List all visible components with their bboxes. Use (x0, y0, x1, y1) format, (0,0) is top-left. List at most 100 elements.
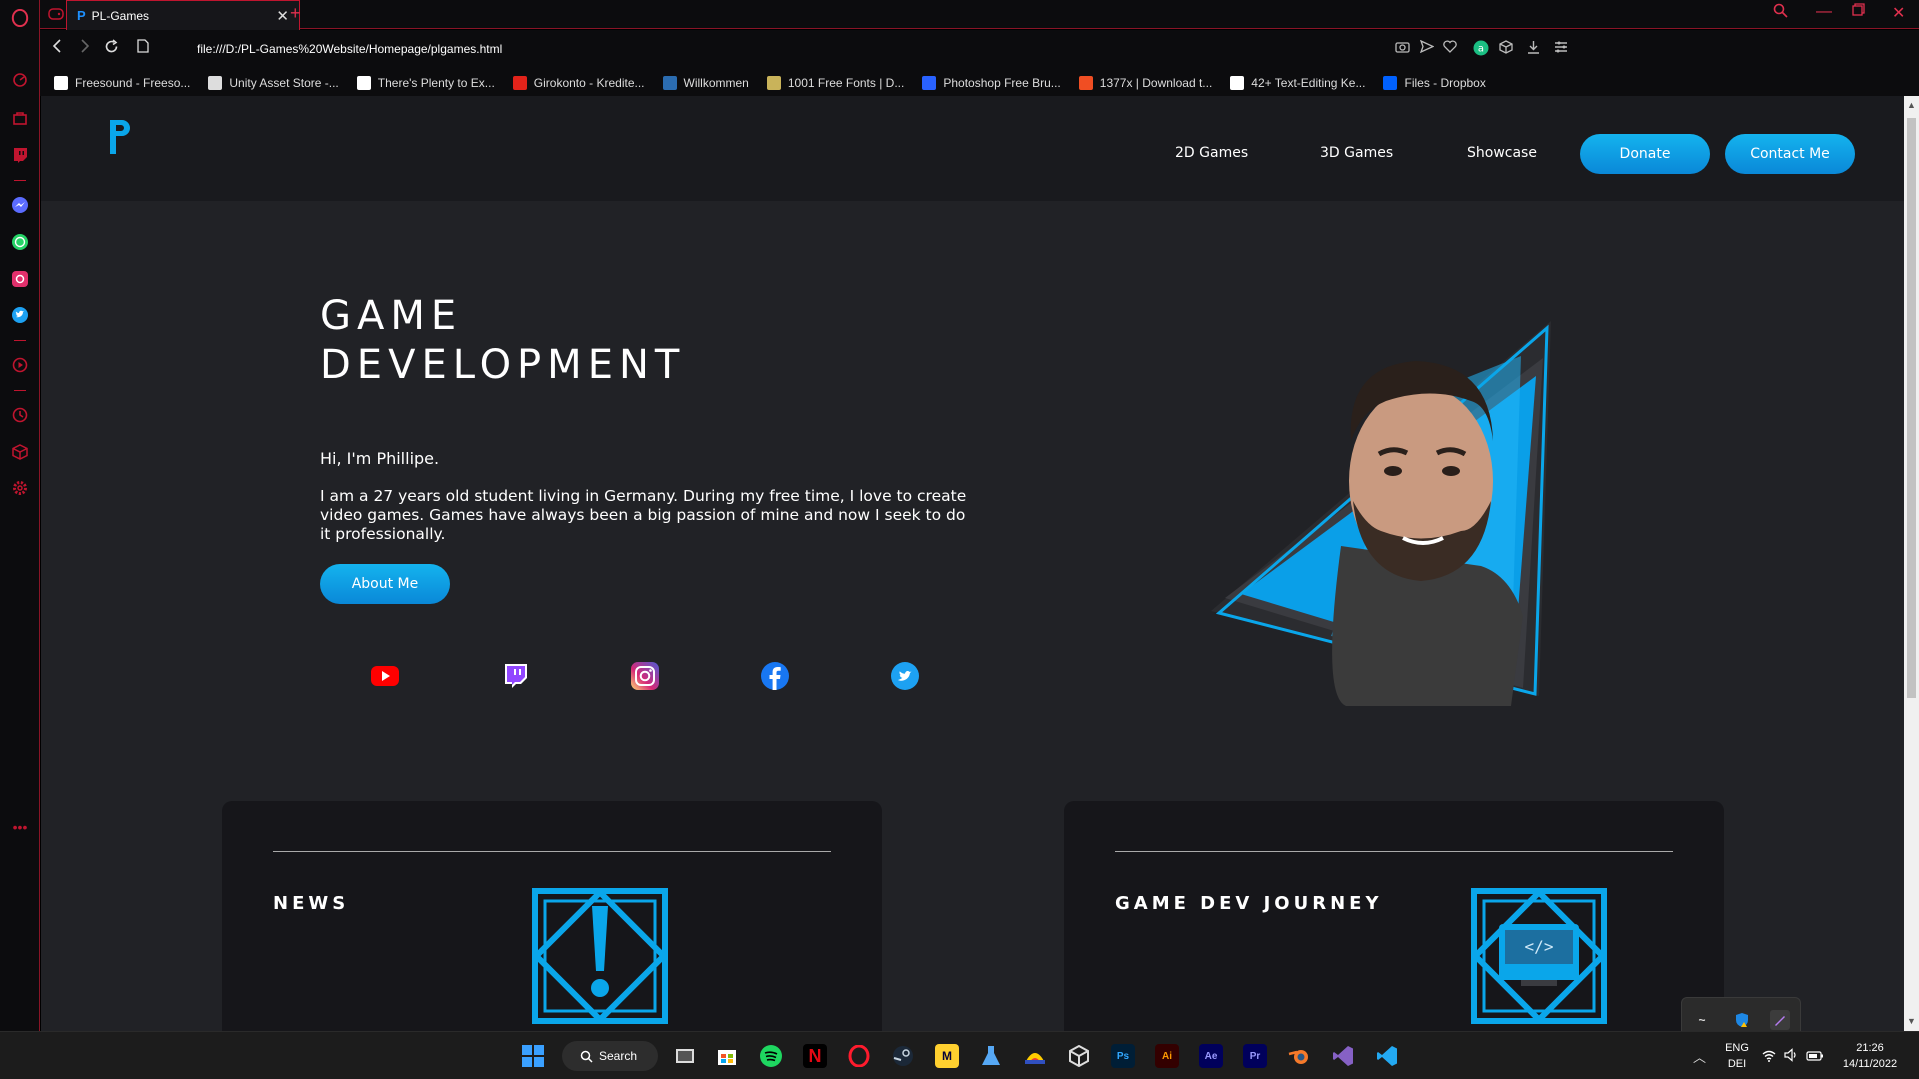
volume-icon[interactable] (1784, 1048, 1798, 1067)
photoshop-icon[interactable]: Ps (1111, 1044, 1135, 1068)
search-tabs-icon[interactable] (1773, 3, 1788, 23)
nav-2d-games[interactable]: 2D Games (1175, 145, 1248, 161)
bookmark-item[interactable]: Photoshop Free Bru... (922, 76, 1061, 90)
snapshot-icon[interactable] (1395, 40, 1410, 56)
player-icon[interactable] (8, 353, 32, 377)
page-info-icon[interactable] (137, 39, 149, 58)
heart-icon[interactable] (1443, 40, 1457, 56)
bookmark-item[interactable]: There's Plenty to Ex... (356, 76, 495, 90)
donate-button[interactable]: Donate (1580, 134, 1710, 174)
visual-studio-icon[interactable] (1331, 1044, 1355, 1068)
more-icon[interactable]: ••• (8, 815, 32, 839)
premiere-icon[interactable]: Pr (1243, 1044, 1267, 1068)
page-scrollbar[interactable]: ▲ ▼ (1904, 96, 1919, 1031)
contact-me-button[interactable]: Contact Me (1725, 134, 1855, 174)
account-a-icon[interactable]: a (1473, 40, 1489, 59)
reload-icon[interactable] (104, 39, 119, 59)
download-icon[interactable] (1527, 40, 1540, 57)
whatsapp-icon[interactable] (8, 230, 32, 254)
bookmark-item[interactable]: 1377x | Download t... (1078, 76, 1212, 90)
back-icon[interactable] (52, 39, 62, 58)
tab-active[interactable]: P PL-Games ✕ (66, 0, 300, 30)
task-view-icon[interactable] (673, 1044, 697, 1068)
instagram-icon[interactable] (631, 662, 659, 690)
illustrator-icon[interactable]: Ai (1155, 1044, 1179, 1068)
system-clock[interactable]: 21:26 14/11/2022 (1838, 1040, 1902, 1072)
bookmark-label: Willkommen (683, 76, 749, 90)
bookmark-item[interactable]: 1001 Free Fonts | D... (766, 76, 905, 90)
blender-icon[interactable] (1287, 1044, 1311, 1068)
instagram-sidebar-icon[interactable] (8, 267, 32, 291)
scroll-down-icon[interactable]: ▼ (1907, 1016, 1916, 1026)
show-hidden-icons-chevron-icon[interactable]: ︿ (1693, 1047, 1706, 1066)
nvidia-tray-icon[interactable]: ~ (1692, 1010, 1712, 1030)
close-tab-icon[interactable]: ✕ (276, 7, 289, 25)
unity-icon[interactable] (1067, 1044, 1091, 1068)
bookmark-item[interactable]: Willkommen (662, 76, 749, 90)
url-field[interactable]: file:///D:/PL-Games%20Website/Homepage/p… (197, 42, 502, 56)
news-card[interactable]: NEWS (222, 801, 882, 1031)
vscode-icon[interactable] (1375, 1044, 1399, 1068)
twitter-sidebar-icon[interactable] (8, 303, 32, 327)
history-icon[interactable] (8, 403, 32, 427)
opera-logo-icon[interactable] (8, 6, 32, 30)
taskbar-search[interactable]: Search (562, 1041, 658, 1071)
nav-showcase[interactable]: Showcase (1467, 145, 1537, 161)
battery-icon[interactable] (1806, 1049, 1824, 1067)
twitter-icon[interactable] (891, 662, 919, 690)
bookmark-label: 1001 Free Fonts | D... (787, 76, 905, 90)
after-effects-icon[interactable]: Ae (1199, 1044, 1223, 1068)
extensions-icon[interactable] (8, 440, 32, 464)
twitch-icon[interactable] (501, 662, 529, 690)
twitch-sidebar-icon[interactable] (8, 143, 32, 167)
easy-setup-icon[interactable] (1554, 40, 1568, 56)
flask-app-icon[interactable] (979, 1044, 1003, 1068)
site-favicon-icon: P (77, 8, 86, 23)
settings-gear-icon[interactable] (8, 476, 32, 500)
ms-store-icon[interactable] (715, 1044, 739, 1068)
search-label: Search (599, 1049, 638, 1063)
sidebar-divider (14, 180, 26, 181)
miro-icon[interactable]: M (935, 1044, 959, 1068)
netflix-icon[interactable]: N (803, 1044, 827, 1068)
send-icon[interactable] (1419, 39, 1435, 56)
about-me-button[interactable]: About Me (320, 564, 450, 604)
bookmark-item[interactable]: 42+ Text-Editing Ke... (1230, 76, 1365, 90)
messenger-icon[interactable] (8, 193, 32, 217)
pen-tray-icon[interactable] (1770, 1010, 1790, 1030)
bookmark-item[interactable]: Girokonto - Kredite... (512, 76, 645, 90)
hero-title-line1: GAME (320, 293, 463, 339)
wifi-icon[interactable] (1762, 1049, 1776, 1067)
nav-3d-games[interactable]: 3D Games (1320, 145, 1393, 161)
restore-icon[interactable] (1852, 3, 1865, 21)
bookmark-item[interactable]: Unity Asset Store -... (208, 76, 339, 90)
facebook-icon[interactable] (761, 662, 789, 690)
language-indicator[interactable]: ENG DEI (1722, 1040, 1752, 1072)
tray-overflow-popup: ~ (1681, 997, 1801, 1031)
bookmark-item[interactable]: Files - Dropbox (1383, 76, 1486, 90)
cube-extension-icon[interactable] (1499, 40, 1513, 57)
youtube-icon[interactable] (371, 662, 399, 690)
bookmark-item[interactable]: Freesound - Freeso... (54, 76, 190, 90)
brush-b-icon (922, 76, 937, 90)
hamachi-icon[interactable] (1023, 1044, 1047, 1068)
language-top: ENG (1725, 1042, 1749, 1054)
windows-start-icon[interactable] (521, 1044, 545, 1068)
close-window-icon[interactable]: ✕ (1892, 3, 1905, 23)
scroll-thumb[interactable] (1907, 118, 1916, 698)
minimize-icon[interactable]: — (1816, 3, 1832, 21)
steam-icon[interactable] (891, 1044, 915, 1068)
spotify-icon[interactable] (759, 1044, 783, 1068)
pl-games-logo-icon[interactable] (104, 114, 134, 154)
speed-dial-icon[interactable] (8, 68, 32, 92)
news-card-title: NEWS (273, 893, 350, 914)
new-tab-button[interactable]: + (290, 3, 301, 24)
opera-taskbar-icon[interactable] (847, 1044, 871, 1068)
game-dev-journey-card[interactable]: GAME DEV JOURNEY </> (1064, 801, 1724, 1031)
gamepad-icon[interactable] (44, 2, 68, 26)
forward-icon[interactable] (80, 39, 90, 58)
scroll-up-icon[interactable]: ▲ (1907, 100, 1916, 110)
shopping-bag-icon[interactable] (8, 106, 32, 130)
card-divider (1115, 851, 1673, 852)
security-warning-icon[interactable] (1732, 1010, 1752, 1030)
